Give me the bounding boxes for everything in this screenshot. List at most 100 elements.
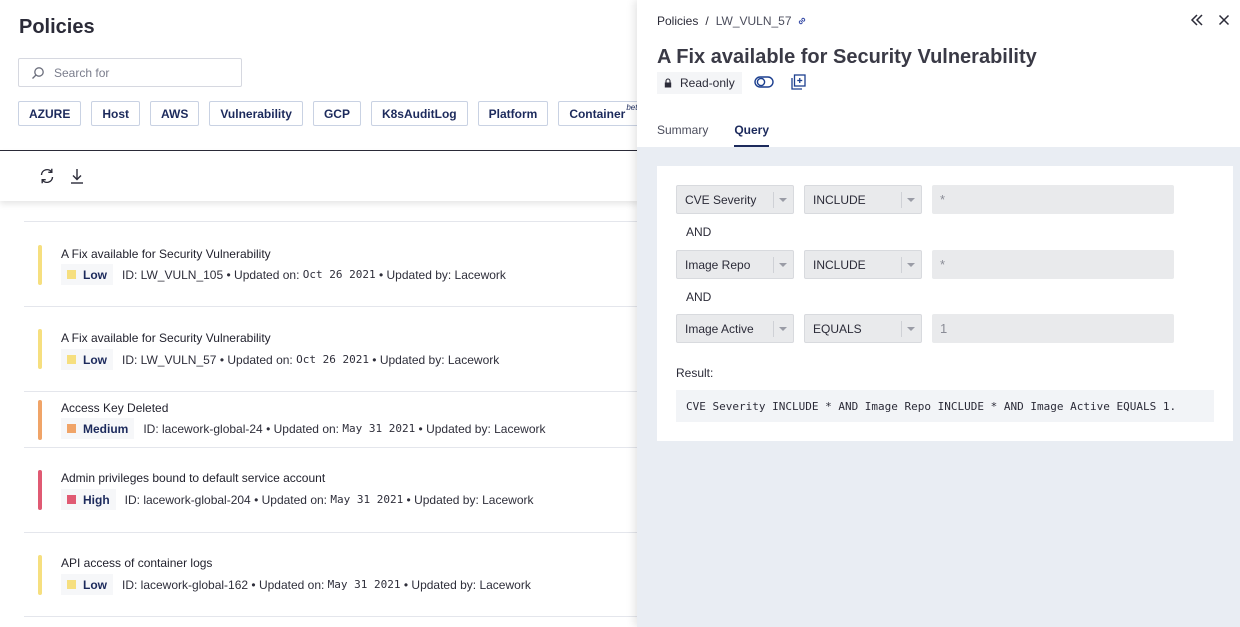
- value-input[interactable]: *: [932, 250, 1174, 279]
- and-connector: AND: [686, 225, 712, 239]
- severity-bar: [38, 555, 42, 595]
- updated-on: May 31 2021: [342, 422, 416, 435]
- chip-gcp[interactable]: GCP: [312, 101, 361, 126]
- and-connector: AND: [686, 290, 712, 304]
- download-icon[interactable]: [68, 167, 86, 185]
- field-select-value: Image Repo: [685, 257, 751, 272]
- value-input[interactable]: 1: [932, 314, 1174, 343]
- query-row: Image Active EQUALS 1: [676, 314, 1174, 343]
- duplicate-icon[interactable]: [791, 74, 806, 90]
- select-divider: [773, 192, 774, 208]
- search-input[interactable]: [54, 65, 224, 80]
- updated-on-label: • Updated on:: [226, 267, 300, 282]
- policy-title: A Fix available for Security Vulnerabili…: [61, 247, 271, 261]
- breadcrumb-separator: /: [705, 14, 709, 28]
- chip-label: Container: [569, 106, 626, 121]
- chip-container[interactable]: Containerbeta: [558, 101, 640, 126]
- policy-meta: Medium ID: lacework-global-24 • Updated …: [61, 418, 545, 439]
- operator-select-value: INCLUDE: [813, 192, 866, 207]
- severity-label: Low: [83, 267, 107, 282]
- policy-id: ID: LW_VULN_105: [122, 267, 224, 282]
- tab-summary[interactable]: Summary: [657, 123, 708, 147]
- breadcrumb: Policies / LW_VULN_57: [657, 14, 807, 28]
- chip-vulnerability[interactable]: Vulnerability: [209, 101, 303, 126]
- chip-aws[interactable]: AWS: [150, 101, 200, 126]
- query-result: CVE Severity INCLUDE * AND Image Repo IN…: [676, 390, 1214, 422]
- query-row: CVE Severity INCLUDE *: [676, 185, 1174, 214]
- policy-id: ID: LW_VULN_57: [122, 352, 217, 367]
- chip-host[interactable]: Host: [91, 101, 141, 126]
- chip-azure[interactable]: AZURE: [18, 101, 82, 126]
- detail-tabs: Summary Query: [657, 123, 770, 147]
- severity-swatch: [67, 580, 76, 589]
- select-divider: [901, 321, 902, 337]
- chip-label: Vulnerability: [220, 106, 292, 121]
- severity-badge: High: [61, 489, 116, 510]
- list-item[interactable]: Access Key Deleted Medium ID: lacework-g…: [24, 391, 640, 447]
- severity-label: Low: [83, 577, 107, 592]
- value-input[interactable]: *: [932, 185, 1174, 214]
- updated-by: • Updated by: Lacework: [378, 267, 506, 282]
- breadcrumb-current: LW_VULN_57: [715, 14, 792, 28]
- updated-by: • Updated by: Lacework: [406, 492, 534, 507]
- read-only-label: Read-only: [680, 76, 735, 90]
- policy-title: API access of container logs: [61, 556, 213, 570]
- policy-title: Admin privileges bound to default servic…: [61, 471, 326, 485]
- field-select[interactable]: Image Repo: [676, 250, 794, 279]
- policy-meta: High ID: lacework-global-204 • Updated o…: [61, 489, 533, 510]
- severity-bar: [38, 470, 42, 510]
- tab-query[interactable]: Query: [734, 123, 770, 147]
- policy-list: A Fix available for Security Vulnerabili…: [24, 221, 640, 617]
- chip-label: AZURE: [29, 106, 71, 121]
- list-item[interactable]: API access of container logs Low ID: lac…: [24, 532, 640, 617]
- collapse-double-chevron-icon[interactable]: [1190, 13, 1204, 27]
- lock-icon: [664, 78, 672, 88]
- operator-select[interactable]: INCLUDE: [804, 185, 922, 214]
- field-select[interactable]: Image Active: [676, 314, 794, 343]
- severity-bar: [38, 245, 42, 285]
- operator-select[interactable]: EQUALS: [804, 314, 922, 343]
- select-divider: [773, 257, 774, 273]
- policy-meta: Low ID: LW_VULN_57 • Updated on: Oct 26 …: [61, 349, 499, 370]
- updated-on-label: • Updated on:: [254, 492, 327, 507]
- chip-k8sauditlog[interactable]: K8sAuditLog: [370, 101, 468, 126]
- severity-bar: [38, 329, 42, 369]
- policy-meta: Low ID: LW_VULN_105 • Updated on: Oct 26…: [61, 264, 506, 285]
- refresh-icon[interactable]: [38, 167, 56, 185]
- query-row: Image Repo INCLUDE *: [676, 250, 1174, 279]
- policy-title: Access Key Deleted: [61, 401, 169, 415]
- enable-toggle-icon[interactable]: [754, 75, 774, 89]
- operator-select[interactable]: INCLUDE: [804, 250, 922, 279]
- updated-on-label: • Updated on:: [251, 577, 325, 592]
- breadcrumb-policies-link[interactable]: Policies: [657, 14, 698, 28]
- field-select[interactable]: CVE Severity: [676, 185, 794, 214]
- result-label: Result:: [676, 366, 714, 380]
- severity-swatch: [67, 355, 76, 364]
- close-icon[interactable]: [1217, 13, 1231, 27]
- updated-on: May 31 2021: [327, 578, 401, 591]
- severity-label: Low: [83, 352, 107, 367]
- chip-platform[interactable]: Platform: [477, 101, 549, 126]
- field-select-value: CVE Severity: [685, 192, 757, 207]
- chevron-down-icon: [779, 327, 787, 331]
- severity-label: High: [83, 492, 110, 507]
- query-builder-card: CVE Severity INCLUDE * AND Image Repo IN…: [657, 166, 1233, 441]
- operator-select-value: EQUALS: [813, 321, 862, 336]
- chip-label: AWS: [161, 106, 189, 121]
- filter-chips: AZURE Host AWS Vulnerability GCP K8sAudi…: [18, 101, 640, 126]
- list-item[interactable]: Admin privileges bound to default servic…: [24, 447, 640, 532]
- link-icon[interactable]: [797, 16, 807, 26]
- policy-detail-drawer: Policies / LW_VULN_57 A Fix available fo…: [637, 0, 1240, 627]
- list-item[interactable]: A Fix available for Security Vulnerabili…: [24, 306, 640, 391]
- select-divider: [901, 257, 902, 273]
- search-box[interactable]: [18, 58, 242, 87]
- updated-by: • Updated by: Lacework: [418, 421, 546, 436]
- list-item[interactable]: A Fix available for Security Vulnerabili…: [24, 221, 640, 306]
- updated-on-label: • Updated on:: [266, 421, 339, 436]
- drawer-header: Policies / LW_VULN_57 A Fix available fo…: [637, 0, 1240, 147]
- read-only-badge: Read-only: [657, 72, 742, 94]
- search-icon: [32, 66, 44, 79]
- page-title: Policies: [19, 16, 95, 38]
- policy-id: ID: lacework-global-204: [124, 492, 251, 507]
- severity-swatch: [67, 270, 76, 279]
